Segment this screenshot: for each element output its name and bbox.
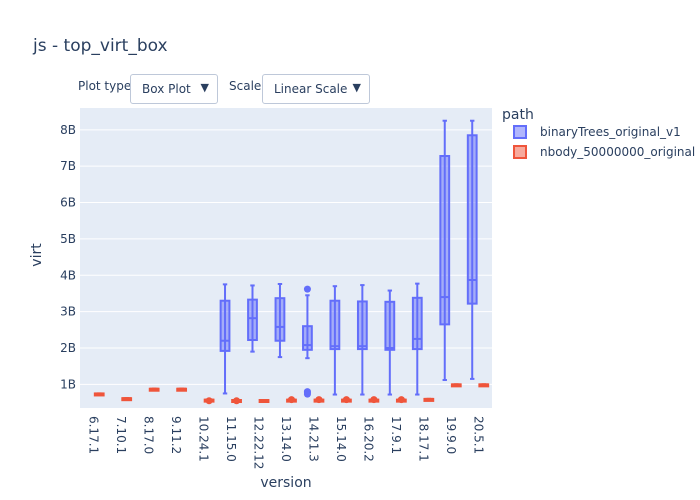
y-tick-label: 1B xyxy=(60,377,76,391)
x-tick-label: 14.21.3 xyxy=(306,416,320,462)
outlier-point xyxy=(370,396,378,404)
outlier-point xyxy=(233,397,241,405)
outlier-point xyxy=(303,390,311,398)
box xyxy=(356,300,368,351)
x-tick-label: 20.5.1 xyxy=(471,416,485,454)
x-tick-label: 11.15.0 xyxy=(224,416,238,462)
legend: path binaryTrees_original_v1 nbody_500000… xyxy=(502,107,695,159)
x-tick-labels: 6.17.1 7.10.1 8.17.0 9.11.2 10.24.1 11.15.0 12… xyxy=(87,416,486,469)
x-tick-label: 6.17.1 xyxy=(87,416,101,454)
scale-label: Scale: xyxy=(229,79,266,93)
y-tick-label: 6B xyxy=(60,196,76,210)
x-tick-label: 19.9.0 xyxy=(444,416,458,454)
box xyxy=(384,300,396,351)
legend-swatch xyxy=(513,145,527,159)
box xyxy=(302,325,313,351)
scale-value: Linear Scale xyxy=(274,82,348,96)
plot-type-label: Plot type: xyxy=(78,79,136,93)
x-tick-label: 15.14.0 xyxy=(334,416,348,462)
box xyxy=(411,296,423,351)
x-tick-label: 12.22.12 xyxy=(252,416,266,469)
outlier-point xyxy=(205,397,213,405)
plot-type-dropdown[interactable]: Box Plot ▼ xyxy=(130,74,218,104)
legend-title: path xyxy=(502,107,534,123)
outlier-point xyxy=(287,396,295,404)
plot-type-value: Box Plot xyxy=(142,82,191,96)
box xyxy=(274,297,286,342)
outlier-point xyxy=(397,396,405,404)
outlier-point xyxy=(303,285,311,293)
x-tick-label: 18.17.1 xyxy=(416,416,430,462)
y-tick-label: 7B xyxy=(60,159,76,173)
box xyxy=(247,298,258,341)
y-tick-label: 2B xyxy=(60,341,76,355)
chart-title: js - top_virt_box xyxy=(32,36,168,56)
legend-item-label: binaryTrees_original_v1 xyxy=(540,125,681,139)
y-tick-label: 5B xyxy=(60,232,76,246)
box xyxy=(439,155,451,326)
x-tick-label: 10.24.1 xyxy=(197,416,211,462)
box xyxy=(329,299,341,351)
x-tick-label: 8.17.0 xyxy=(142,416,156,454)
box xyxy=(219,299,231,352)
box xyxy=(466,134,478,305)
y-axis-label: virt xyxy=(29,243,45,267)
outlier-point xyxy=(315,396,323,404)
plot-area[interactable] xyxy=(80,108,492,408)
legend-item-label: nbody_50000000_original xyxy=(540,145,695,159)
scale-dropdown[interactable]: Linear Scale ▼ xyxy=(262,74,370,104)
dropdown-arrow-icon: ▼ xyxy=(352,81,361,94)
x-tick-label: 16.20.2 xyxy=(361,416,375,462)
outlier-point xyxy=(342,396,350,404)
y-tick-label: 4B xyxy=(60,268,76,282)
y-tick-labels: 1B 2B 3B 4B 5B 6B 7B 8B xyxy=(60,123,76,392)
x-axis-label: version xyxy=(260,475,311,491)
x-tick-label: 9.11.2 xyxy=(169,416,183,454)
y-tick-label: 3B xyxy=(60,305,76,319)
y-tick-label: 8B xyxy=(60,123,76,137)
x-tick-label: 7.10.1 xyxy=(114,416,128,454)
legend-swatch xyxy=(513,125,527,139)
dropdown-arrow-icon: ▼ xyxy=(200,81,209,94)
x-tick-label: 17.9.1 xyxy=(389,416,403,454)
x-tick-label: 13.14.0 xyxy=(279,416,293,462)
